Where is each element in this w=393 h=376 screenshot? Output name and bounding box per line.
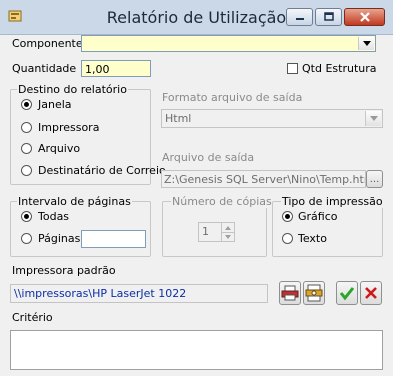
radio-texto[interactable] <box>282 233 293 244</box>
qtd-estrutura-checkbox[interactable] <box>287 63 298 74</box>
arquivo-browse-button[interactable]: ... <box>366 170 383 188</box>
printer-icon <box>281 285 299 301</box>
printer-properties-button[interactable] <box>303 281 325 305</box>
copias-value: 1 <box>202 225 209 238</box>
close-icon <box>365 287 377 299</box>
quantidade-input[interactable]: 1,00 <box>81 60 151 77</box>
paginas-group-title: Intervalo de páginas <box>17 195 132 208</box>
maximize-icon <box>323 12 334 21</box>
paginas-input[interactable] <box>81 230 146 248</box>
radio-todas[interactable] <box>21 211 32 222</box>
radio-todas-label: Todas <box>38 210 70 223</box>
criterio-textarea[interactable] <box>10 330 383 370</box>
formato-dropdown-button[interactable] <box>365 111 381 126</box>
radio-arquivo-label: Arquivo <box>38 142 81 155</box>
radio-paginas[interactable] <box>21 233 32 244</box>
copias-down-button[interactable] <box>221 232 234 241</box>
quantidade-label: Quantidade <box>12 62 77 75</box>
arrow-down-icon <box>225 234 231 239</box>
criterio-label: Critério <box>12 311 53 324</box>
chevron-down-icon <box>369 116 378 121</box>
close-window-button[interactable] <box>344 8 385 26</box>
minimize-button[interactable] <box>286 8 313 26</box>
printer-settings-icon <box>305 284 323 302</box>
radio-janela-label: Janela <box>38 98 72 111</box>
impressora-label: Impressora padrão <box>12 264 116 277</box>
destino-group-title: Destino do relatório <box>17 83 128 96</box>
arquivo-label: Arquivo de saída <box>162 151 255 164</box>
checkmark-icon <box>339 287 355 301</box>
ok-button[interactable] <box>336 281 358 305</box>
radio-impressora-label: Impressora <box>38 121 100 134</box>
radio-destinatario-label: Destinatário de Correio <box>38 164 166 177</box>
maximize-button[interactable] <box>315 8 342 26</box>
radio-grafico-label: Gráfico <box>298 210 338 223</box>
formato-value: Html <box>165 112 192 125</box>
componente-dropdown-button[interactable] <box>358 37 374 50</box>
paginas-group: Intervalo de páginas <box>10 195 151 257</box>
cancel-button[interactable] <box>360 281 382 305</box>
close-icon <box>359 12 370 22</box>
qtd-estrutura-label: Qtd Estrutura <box>302 62 377 75</box>
arrow-up-icon <box>225 225 231 230</box>
copias-group-title: Número de cópias <box>171 195 273 208</box>
radio-janela[interactable] <box>21 99 32 110</box>
radio-arquivo[interactable] <box>21 143 32 154</box>
formato-combo[interactable]: Html <box>161 109 383 128</box>
componente-combo[interactable] <box>81 35 376 52</box>
componente-label: Componente <box>12 37 83 50</box>
minimize-icon <box>295 18 304 20</box>
radio-impressora[interactable] <box>21 122 32 133</box>
radio-paginas-label: Páginas <box>38 232 81 245</box>
tipo-group-title: Tipo de impressão <box>281 195 384 208</box>
copias-spinner[interactable]: 1 <box>198 222 235 242</box>
radio-texto-label: Texto <box>298 232 327 245</box>
formato-label: Formato arquivo de saída <box>162 91 303 104</box>
impressora-field: \\impressoras\HP LaserJet 1022 <box>10 284 268 303</box>
print-setup-button[interactable] <box>279 281 301 305</box>
radio-grafico[interactable] <box>282 211 293 222</box>
chevron-down-icon <box>362 41 371 46</box>
radio-destinatario[interactable] <box>21 165 32 176</box>
arquivo-input[interactable]: Z:\Genesis SQL Server\Nino\Temp.html <box>161 170 366 188</box>
